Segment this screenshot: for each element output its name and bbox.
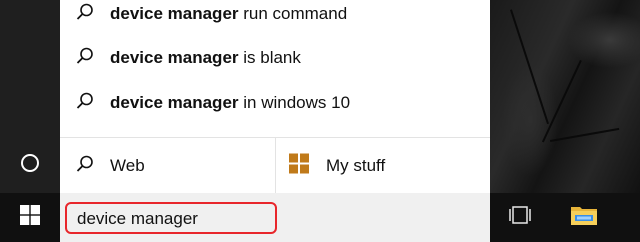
task-view-button[interactable]	[500, 193, 540, 242]
search-icon	[76, 92, 94, 115]
suggestion-text: device manager is blank	[110, 48, 301, 67]
search-input[interactable]	[65, 202, 277, 234]
search-icon	[76, 154, 94, 177]
cortana-sidebar	[0, 0, 60, 193]
cortana-ring-icon	[21, 154, 39, 172]
windows-logo-icon	[289, 153, 309, 178]
windows-start-icon	[20, 205, 40, 230]
web-scope-label: Web	[110, 155, 145, 175]
search-icon	[76, 3, 94, 26]
file-explorer-icon	[570, 203, 598, 232]
task-view-icon	[508, 205, 532, 230]
desktop-wallpaper	[490, 0, 640, 193]
suggestion-item[interactable]: device manager in windows 10	[60, 81, 490, 125]
suggestion-text: device manager in windows 10	[110, 93, 351, 112]
my-stuff-scope-label: My stuff	[326, 155, 386, 175]
suggestion-text: device manager run command	[110, 4, 348, 23]
my-stuff-scope-button[interactable]: My stuff	[276, 138, 490, 193]
suggestion-item[interactable]: device manager run command	[60, 0, 490, 36]
suggestion-item[interactable]: device manager is blank	[60, 36, 490, 80]
web-scope-button[interactable]: Web	[60, 138, 275, 193]
search-results-panel: device manager run command device manage…	[60, 0, 490, 193]
taskbar-search-box	[60, 193, 490, 242]
start-button[interactable]	[0, 193, 60, 242]
search-icon	[76, 47, 94, 70]
file-explorer-button[interactable]	[562, 193, 606, 242]
taskbar	[0, 193, 640, 242]
cortana-button[interactable]	[0, 138, 60, 188]
